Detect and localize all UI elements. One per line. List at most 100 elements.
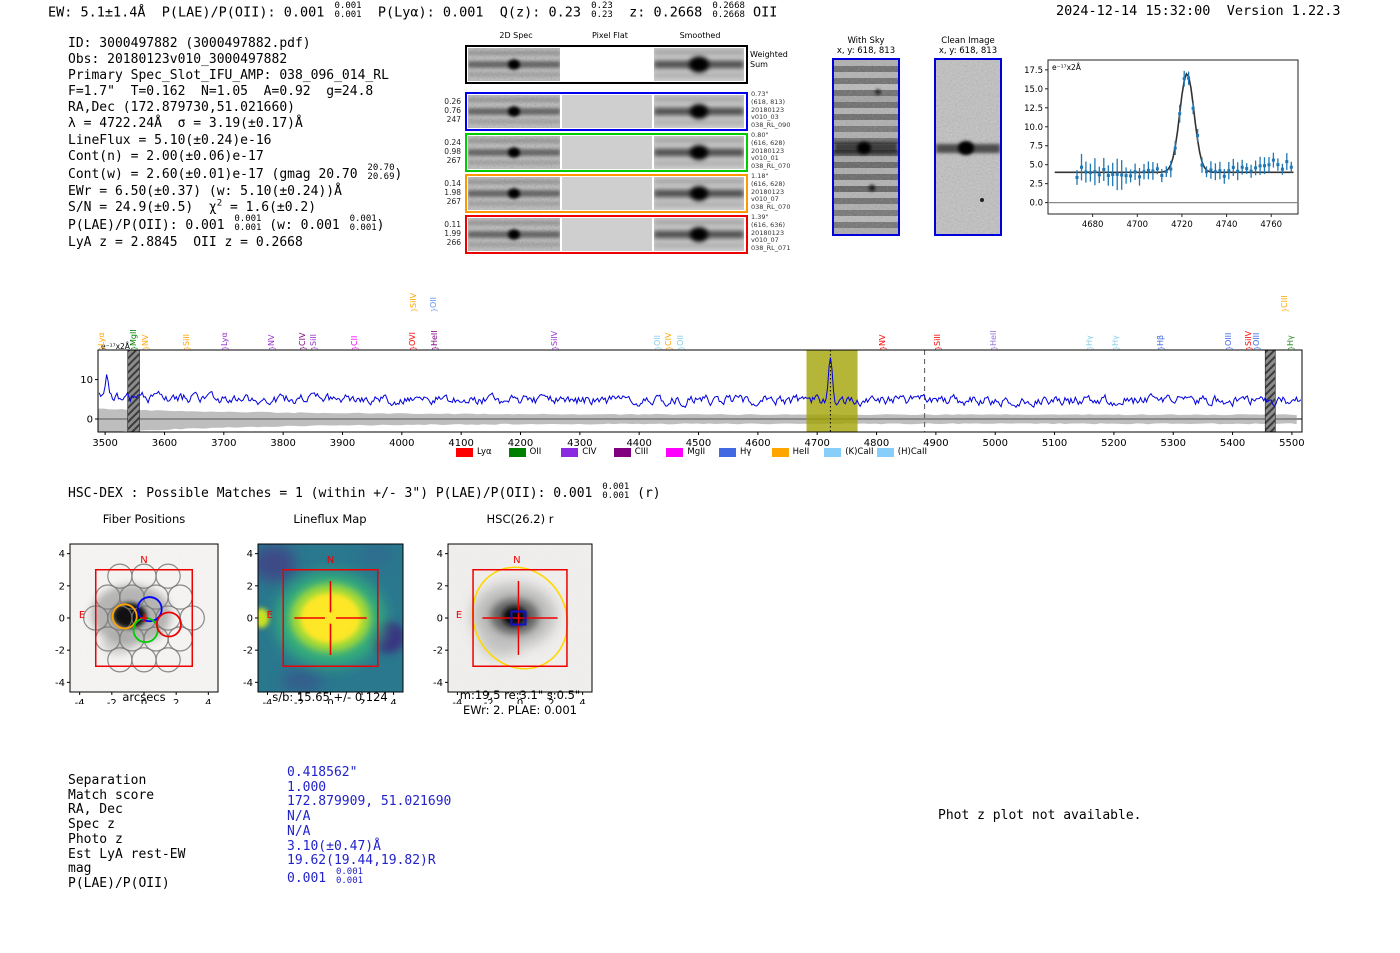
- svg-text:-2: -2: [55, 646, 65, 657]
- spectral-line-label: CII: [349, 335, 359, 346]
- line-label-bracket-icon: {: [298, 345, 307, 351]
- svg-text:4: 4: [59, 549, 65, 560]
- cutout-weights: 0.11 1.99 266: [444, 220, 461, 247]
- spectral-line-label: SiII: [933, 333, 943, 346]
- timestamp-version: 2024-12-14 15:32:00 Version 1.22.3: [1056, 3, 1341, 19]
- info-line: Cont(w) = 2.60(±0.01)e-17 (gmag 20.70 20…: [68, 162, 403, 183]
- info-line: λ = 4722.24Å σ = 3.19(±0.17)Å: [68, 116, 303, 132]
- svg-text:E: E: [267, 610, 273, 621]
- info-line: F=1.7" T=0.162 N=1.05 A=0.92 g=24.8: [68, 84, 374, 100]
- svg-text:4720: 4720: [1171, 220, 1193, 230]
- svg-text:N: N: [513, 555, 520, 566]
- line-label-bracket-icon: {: [934, 345, 943, 351]
- svg-text:4680: 4680: [1082, 220, 1104, 230]
- match-value: 3.10(±0.47)Å: [287, 838, 381, 854]
- svg-text:10.0: 10.0: [1024, 123, 1043, 133]
- match-value: 0.001 0.001 0.001: [287, 866, 364, 887]
- svg-text:7.5: 7.5: [1029, 142, 1043, 152]
- svg-text:-2: -2: [243, 646, 253, 657]
- elixer-report-page: EW: 5.1±1.4Å P(LAE)/P(OII): 0.001 0.001 0…: [0, 0, 1400, 953]
- svg-text:-4: -4: [55, 678, 65, 689]
- line-label-bracket-icon: {: [665, 345, 674, 351]
- line-label-bracket-icon: {: [130, 345, 139, 351]
- info-line: LineFlux = 5.10(±0.24)e-16: [68, 132, 272, 148]
- match-label: P(LAE)/P(OII): [68, 875, 170, 891]
- svg-text:4740: 4740: [1216, 220, 1238, 230]
- match-value: 19.62(19.44,19.82)R: [287, 853, 436, 869]
- legend-label: Lyα: [477, 447, 492, 457]
- spectral-line-label: HeII: [988, 330, 998, 346]
- spectral-line-label: OVI: [407, 332, 417, 346]
- line-label-bracket-icon: {: [408, 345, 417, 351]
- legend-label: (H)CaII: [897, 447, 927, 457]
- detection-info-block: ID: 3000497882 (3000497882.pdf) Obs: 2018…: [68, 36, 402, 251]
- svg-text:-2: -2: [433, 646, 443, 657]
- spectral-line-label: MgII: [129, 329, 139, 346]
- line-label-bracket-icon: {: [1224, 345, 1233, 351]
- svg-text:3500: 3500: [92, 438, 117, 449]
- withsky-panel: [832, 58, 900, 240]
- line-label-bracket-icon: {: [989, 345, 998, 351]
- line-label-bracket-icon: {: [879, 345, 888, 351]
- spectral-line-label: Lyα: [219, 332, 229, 346]
- legend-swatch: [508, 448, 526, 457]
- line-label-bracket-icon: {: [182, 345, 191, 351]
- svg-text:2: 2: [437, 581, 443, 592]
- svg-text:0.0: 0.0: [1029, 199, 1043, 209]
- match-value: N/A: [287, 809, 311, 825]
- match-label: Photo z: [68, 831, 123, 847]
- line-label-bracket-icon: {: [677, 345, 686, 351]
- withsky-image: [834, 60, 898, 240]
- legend-swatch: [666, 448, 684, 457]
- timestamp: 2024-12-14 15:32:00: [1056, 3, 1211, 19]
- col-header-pixelflat: Pixel Flat: [592, 31, 628, 40]
- svg-text:2.5: 2.5: [1029, 180, 1043, 190]
- svg-text:10: 10: [80, 375, 93, 386]
- svg-text:N: N: [327, 555, 334, 566]
- svg-text:5000: 5000: [982, 438, 1007, 449]
- legend-label: CIII: [634, 447, 649, 457]
- legend-swatch: [561, 448, 579, 457]
- 2dspec-image: [468, 95, 560, 128]
- cutout-fiber-info: 1.18" (616, 628) 20180123 v010_07 038_RL_070: [751, 172, 791, 212]
- match-label: Spec z: [68, 817, 115, 833]
- pixelflat-image: [562, 95, 652, 128]
- spectral-line-label: Hγ: [1110, 335, 1120, 346]
- pixelflat-image: [562, 48, 652, 81]
- line-label-bracket-icon: {: [309, 345, 318, 351]
- svg-text:5300: 5300: [1161, 438, 1186, 449]
- fiber-cutout-row: [465, 174, 748, 213]
- version-label: Version 1.22.3: [1226, 3, 1341, 19]
- legend-label: CIV: [582, 447, 597, 457]
- spectral-line-label: Lyα: [97, 332, 107, 346]
- match-value: 172.879909, 51.021690: [287, 794, 452, 810]
- svg-text:2: 2: [59, 581, 65, 592]
- svg-text:4760: 4760: [1260, 220, 1282, 230]
- svg-text:3800: 3800: [270, 438, 295, 449]
- match-label: Separation: [68, 773, 147, 788]
- match-value: N/A: [287, 823, 311, 839]
- line-fit-plot: 4680 4700 4720 4740 4760 0.0 2.5 5.0 7.5 10.0 12.5…: [1024, 59, 1299, 230]
- spectral-line-label: HeII: [430, 330, 440, 346]
- svg-text:0: 0: [87, 414, 93, 425]
- line-label-bracket-icon: {: [550, 345, 559, 351]
- legend-swatch: [876, 448, 894, 457]
- legend-swatch: [824, 448, 842, 457]
- svg-text:0: 0: [59, 614, 65, 625]
- spectral-line-label: SiIV: [408, 292, 418, 308]
- spectral-line-label: Hγ: [1085, 335, 1095, 346]
- info-line: EWr = 6.50(±0.37) (w: 5.10(±0.24))Å: [68, 183, 342, 199]
- full-spectrum-plot: 3500 3600 3700 3800 3900 4000 4100 4200 4300 4400…: [80, 342, 1304, 449]
- match-label: Est LyA rest-EW: [68, 846, 186, 862]
- fiber-cutout-row: [465, 133, 748, 172]
- spectral-line-label: Hγ: [1285, 335, 1295, 346]
- info-line: P(LAE)/P(OII): 0.001 0.001 0.001 (w: 0.00…: [68, 213, 385, 234]
- svg-text:5500: 5500: [1279, 438, 1304, 449]
- svg-text:4: 4: [437, 549, 443, 560]
- clean-panel: [934, 58, 1002, 236]
- line-label-bracket-icon: {: [268, 345, 277, 351]
- spectral-line-label: Hβ: [1155, 334, 1165, 346]
- line-label-bracket-icon: {: [1286, 345, 1295, 351]
- hsc-dex-match-line: HSC-DEX : Possible Matches = 1 (within +…: [68, 482, 661, 502]
- svg-text:4700: 4700: [1126, 220, 1148, 230]
